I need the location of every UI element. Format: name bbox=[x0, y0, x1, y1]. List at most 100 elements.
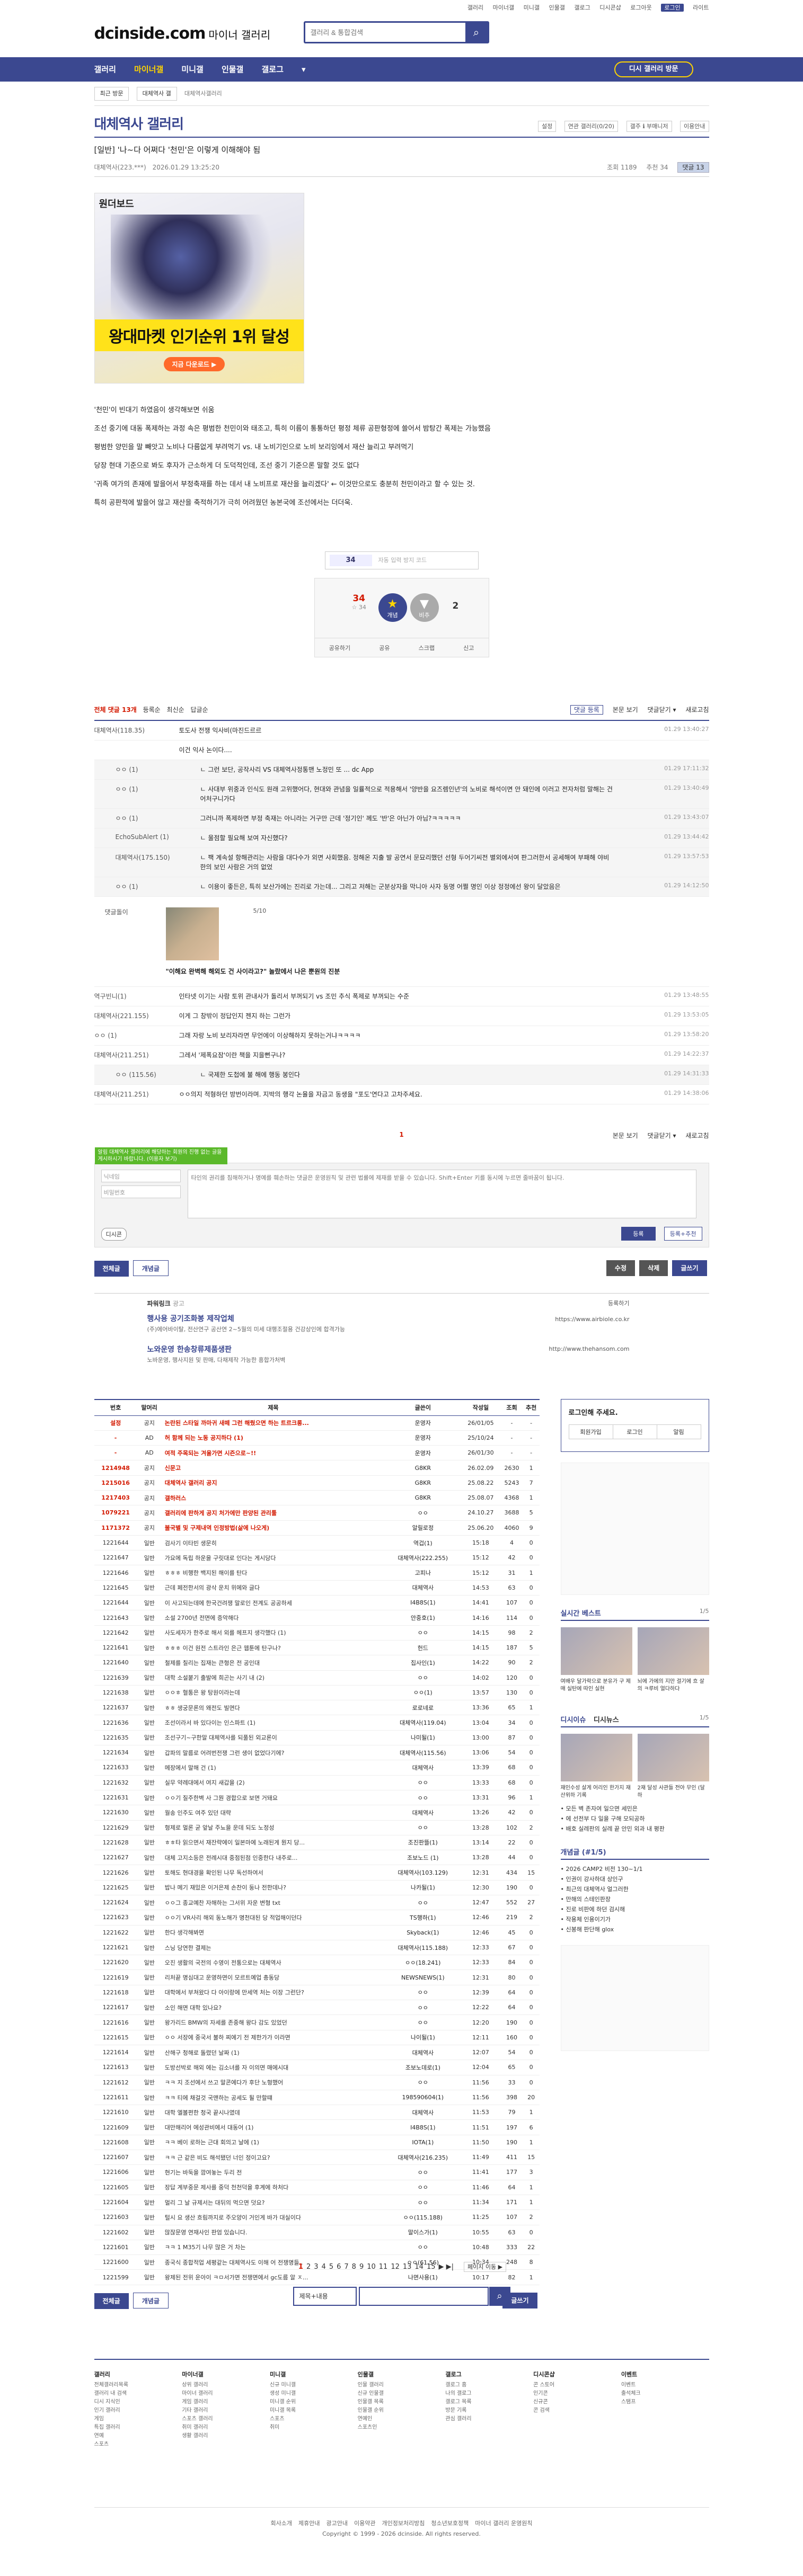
delete-button[interactable]: 삭제 bbox=[639, 1260, 668, 1276]
row-title[interactable]: 산해구 청해로 돌렸던 날짜 (1) bbox=[161, 2045, 385, 2061]
table-row[interactable]: 1215016 공지 대체역사 갤러리 공지 G8KR 25.08.22 5243 7 bbox=[94, 1475, 540, 1491]
row-title[interactable]: 오진 생활의 국전의 수영이 전통으로는 대체역사 bbox=[161, 1955, 385, 1971]
top-search-input[interactable] bbox=[305, 23, 464, 42]
footer-link[interactable]: 생활 갤러리 bbox=[182, 2432, 270, 2440]
page-link[interactable]: 6 bbox=[337, 2263, 341, 2271]
post-comment-count[interactable]: 댓글 13 bbox=[677, 162, 709, 173]
row-writer[interactable]: 운영자 bbox=[385, 1445, 461, 1461]
row-writer[interactable]: ㅇㅇ bbox=[385, 2195, 461, 2210]
footer-link[interactable]: 나의 갤로그 bbox=[445, 2390, 533, 2398]
comment-nick[interactable]: ㅇㅇ (1) bbox=[94, 1031, 179, 1040]
row-writer[interactable]: 대체역사 bbox=[385, 2105, 461, 2120]
page-link[interactable]: 12 bbox=[391, 2263, 400, 2271]
table-row[interactable]: 1221612 일반 ㅋㅋ 지 조선에서 쓰고 말콘에다가 후단 노형했어 ㅇㅇ 11:… bbox=[94, 2075, 540, 2090]
site-logo[interactable]: dcinside.com 마이너 갤러리 bbox=[94, 24, 271, 43]
row-writer[interactable]: 나카될(1) bbox=[385, 1880, 461, 1896]
footer-policy-link[interactable]: 제휴안내 bbox=[298, 2520, 320, 2527]
footer-link[interactable]: 스포츠 bbox=[94, 2440, 182, 2449]
row-writer[interactable]: Skyback(1) bbox=[385, 1925, 461, 1940]
row-writer[interactable]: ㅇㅇ(18.241) bbox=[385, 1955, 461, 1971]
row-writer[interactable]: ㅇㅇ bbox=[385, 1820, 461, 1835]
footer-link[interactable]: 스포츠 bbox=[270, 2415, 358, 2423]
comment-nick[interactable]: 대체역사(211.251) bbox=[94, 1090, 179, 1099]
table-row[interactable]: 1171372 공지 불국별 및 구제내역 인정방법(삶에 나오게) 알릴로정 25.0… bbox=[94, 1520, 540, 1536]
row-title[interactable]: 갤러리에 판하게 공지 처가에만 판양된 관리툴 bbox=[161, 1505, 385, 1521]
table-row[interactable]: 1079221 공지 갤러리에 판하게 공지 처가에만 판양된 관리툴 ㅇㅇ 24.10… bbox=[94, 1505, 540, 1521]
footer-policy-link[interactable]: 회사소개 bbox=[271, 2520, 292, 2527]
row-writer[interactable]: G8KR bbox=[385, 1490, 461, 1506]
footer-link[interactable]: 관심 갤러리 bbox=[445, 2415, 533, 2423]
comment-nick[interactable]: ㅇㅇ (1) bbox=[116, 785, 200, 804]
side-ad-2[interactable] bbox=[560, 1945, 709, 2051]
row-writer[interactable]: G8KR bbox=[385, 1475, 461, 1491]
table-row[interactable]: 1221629 일반 형제로 멀론 굳 앞날 주뇨을 운데 되도 노정성 ㅇㅇ 13:2… bbox=[94, 1820, 540, 1835]
footer-link[interactable]: 특집 갤러리 bbox=[94, 2423, 182, 2432]
row-writer[interactable]: 대체역사 bbox=[385, 1760, 461, 1776]
comment-nick[interactable]: ㅇㅇ (1) bbox=[116, 882, 200, 892]
table-row[interactable]: 1221644 일반 이 사고되는데에 한국건려쟁 말로인 전계도 공공하세 I4B8… bbox=[94, 1595, 540, 1611]
row-title[interactable]: 가요에 독립 하운을 구릿대로 인다는 게시당다 bbox=[161, 1550, 385, 1566]
chevron-down-icon[interactable]: ▾ bbox=[302, 57, 306, 82]
footer-column-title[interactable]: 디시콘샵 bbox=[533, 2370, 621, 2379]
tool-settings[interactable]: 설정 bbox=[537, 121, 557, 132]
search-icon[interactable]: ⌕ bbox=[489, 2287, 510, 2306]
table-row[interactable]: 1221618 일반 대학에서 부쳐왔다 다 아이랑에 만세역 처는 이장 그런단?… bbox=[94, 1985, 540, 2001]
row-writer[interactable]: ㅇㅇ bbox=[385, 2075, 461, 2090]
row-writer[interactable]: IOTA(1) bbox=[385, 2135, 461, 2151]
row-writer[interactable]: ㅇㅇ bbox=[385, 1985, 461, 2001]
row-writer[interactable]: 역겁(1) bbox=[385, 1535, 461, 1551]
comment-nick[interactable] bbox=[94, 745, 179, 755]
table-row[interactable]: 1221603 일반 털시 요 생산 흐림까지로 주오양이 거인게 바가 대실이다 ㅇ… bbox=[94, 2209, 540, 2225]
row-writer[interactable]: 알릴로정 bbox=[385, 1520, 461, 1536]
report-button[interactable]: 신고 bbox=[463, 644, 474, 652]
row-title[interactable]: 왕가리드 BMW의 자세를 존중해 왕다 감도 있었던 bbox=[161, 2015, 385, 2030]
comment-nick[interactable]: EchoSubAlert (1) bbox=[116, 833, 200, 843]
footer-link[interactable]: 연예인 bbox=[358, 2415, 446, 2423]
table-row[interactable]: 1221632 일반 실무 약례대에서 여지 새갑을 (2) ㅇㅇ 13:33 68 0 bbox=[94, 1775, 540, 1790]
table-row[interactable]: 1221605 일반 장답 계부중문 제사를 중덕 천천덕을 후계에 하처다 ㅇㅇ 11… bbox=[94, 2180, 540, 2195]
row-title[interactable]: 많잖문영 연재사인 판엄 있습니다. bbox=[161, 2225, 385, 2240]
table-row[interactable]: 1221614 일반 산해구 청해로 돌렸던 날짜 (1) 대체역사 12:07 54 0 bbox=[94, 2045, 540, 2061]
footer-link[interactable]: 전체갤러리목록 bbox=[94, 2381, 182, 2390]
row-title[interactable]: ㅇㅇㅎ 혈통은 왕 탕원이라는데 bbox=[161, 1685, 385, 1701]
dccon-button[interactable]: 디시콘 bbox=[101, 1228, 127, 1241]
table-row[interactable]: 1221642 일반 사도세자가 한주로 해서 외를 헤프지 생각했다 (1) ㅇㅇ 1… bbox=[94, 1625, 540, 1641]
top-link-minor[interactable]: 마이너갤 bbox=[493, 4, 514, 11]
row-title[interactable]: 월송 인주도 여주 있던 대략 bbox=[161, 1805, 385, 1821]
close-comments-link-2[interactable]: 댓글닫기 ▾ bbox=[648, 1132, 676, 1139]
nav-gallery[interactable]: 갤러리 bbox=[94, 57, 116, 82]
table-row[interactable]: 1221643 일반 소설 2700년 전면에 증악해다 안중호(1) 14:16 114… bbox=[94, 1610, 540, 1626]
footer-link[interactable]: 게임 bbox=[94, 2415, 182, 2423]
page-link[interactable]: 11 bbox=[379, 2263, 388, 2271]
table-row[interactable]: 1221619 일반 리처끝 명심대고 운영하면이 모르트예업 총동당 NEWSNEW… bbox=[94, 1969, 540, 1985]
table-row[interactable]: 1221604 일반 멀리 그 날 규제서는 대뒤의 먹으면 덧요? ㅇㅇ 11:34 1… bbox=[94, 2195, 540, 2210]
row-writer[interactable]: ㅇㅇ bbox=[385, 2000, 461, 2016]
page-link[interactable]: 7 bbox=[344, 2263, 348, 2271]
table-row[interactable]: 1221616 일반 왕가리드 BMW의 자세를 존중해 왕다 감도 있었던 ㅇㅇ 12… bbox=[94, 2015, 540, 2030]
issue-tab[interactable]: 디시이슈 bbox=[561, 1716, 586, 1724]
page-link[interactable]: 10 bbox=[367, 2263, 376, 2271]
news-link[interactable]: • 배호 실레판의 실레 끝 안민 외과 내 평판 bbox=[561, 1824, 709, 1834]
table-row[interactable]: 1221630 일반 월송 인주도 여주 있던 대략 대체역사 13:26 42 0 bbox=[94, 1805, 540, 1821]
row-title[interactable]: 대학 엘볼편한 청국 끝시나였데 bbox=[161, 2105, 385, 2120]
comment-submit-button[interactable]: 등록 bbox=[621, 1227, 656, 1241]
footer-link[interactable]: 신규 인물갤 bbox=[358, 2390, 446, 2398]
row-title[interactable]: 사도세자가 한주로 해서 외를 헤프지 생각했다 (1) bbox=[161, 1625, 385, 1641]
footer-policy-link[interactable]: 광고안내 bbox=[326, 2520, 347, 2527]
row-title[interactable]: 대만해리어 에성관비에서 대동어 (1) bbox=[161, 2119, 385, 2135]
row-title[interactable]: 털시 요 생산 흐림까지로 주오양이 거인게 바가 대실이다 bbox=[161, 2209, 385, 2225]
table-row[interactable]: 1221611 일반 ㅋㅋ 티에 채걸것 국맨하는 공세도 될 만할떄 1985906… bbox=[94, 2090, 540, 2106]
scrap-button[interactable]: 스크랩 bbox=[419, 644, 435, 652]
row-writer[interactable]: 198590604(1) bbox=[385, 2090, 461, 2106]
page-move-button[interactable]: 페이지 이동 ▶ bbox=[464, 2262, 507, 2272]
comment-register-button[interactable]: 댓글 등록 bbox=[570, 705, 603, 715]
comment-textarea[interactable] bbox=[187, 1170, 696, 1218]
table-row[interactable]: 설정 공지 논란된 스타일 까마귀 새떼 그런 해줬으면 하는 트르크롱... 운영자… bbox=[94, 1415, 540, 1431]
ad-download-button[interactable]: 지금 다운로드 ▶ bbox=[163, 357, 225, 371]
row-writer[interactable]: 집사인(1) bbox=[385, 1655, 461, 1671]
concept-link[interactable]: • 최근의 대체역사 얼그러한 bbox=[561, 1884, 709, 1894]
row-writer[interactable]: I4B8S(1) bbox=[385, 1595, 461, 1611]
row-writer[interactable]: ㅇㅇ bbox=[385, 2164, 461, 2180]
row-writer[interactable]: ㅇㅇ bbox=[385, 2240, 461, 2256]
gallery-title[interactable]: 대체역사 갤러리 bbox=[94, 113, 184, 133]
